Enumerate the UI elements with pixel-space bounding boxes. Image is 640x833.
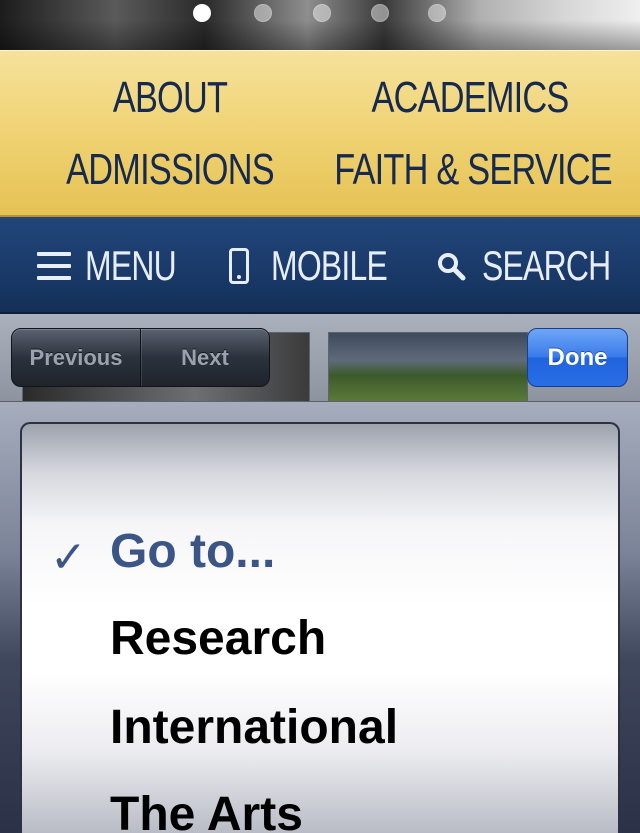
search-label: SEARCH [482,242,611,289]
phone-icon [229,248,249,284]
nav-about[interactable]: ABOUT [92,74,248,122]
primary-nav: ABOUT ACADEMICS ADMISSIONS FAITH & SERVI… [0,50,640,217]
picker-area: ✓ Go to... Research International The Ar… [0,402,640,833]
utility-bar: MENU MOBILE SEARCH [0,217,640,314]
next-button[interactable]: Next [141,329,269,386]
carousel-pagination [193,4,453,22]
nav-admissions[interactable]: ADMISSIONS [61,146,279,194]
hero-carousel[interactable] [0,0,640,50]
carousel-dot-1[interactable] [193,4,211,22]
carousel-dot-4[interactable] [371,4,389,22]
prev-next-segmented-control: Previous Next [11,328,270,387]
nav-academics[interactable]: ACADEMICS [361,74,579,122]
picker-option-go-to[interactable]: Go to... [110,524,275,580]
picker-option-international[interactable]: International [110,700,398,756]
checkmark-icon: ✓ [50,532,87,583]
nav-faith-service[interactable]: FAITH & SERVICE [334,146,612,194]
mobile-label: MOBILE [271,242,388,289]
hamburger-icon [37,251,71,281]
mobile-button[interactable]: MOBILE [229,241,424,291]
menu-button[interactable]: MENU [37,241,205,291]
carousel-dot-5[interactable] [428,4,446,22]
picker-option-research[interactable]: Research [110,611,326,667]
keyboard-accessory-toolbar: Previous Next Done [0,314,640,402]
carousel-dot-3[interactable] [313,4,331,22]
menu-label: MENU [85,242,177,289]
background-thumbnail-stadium [328,332,528,402]
search-button[interactable]: SEARCH [436,241,640,291]
search-icon [438,253,466,281]
picker-wheel[interactable]: ✓ Go to... Research International The Ar… [20,422,620,833]
previous-button[interactable]: Previous [12,329,140,386]
done-button[interactable]: Done [527,328,628,387]
picker-option-the-arts[interactable]: The Arts [110,787,303,833]
carousel-dot-2[interactable] [254,4,272,22]
